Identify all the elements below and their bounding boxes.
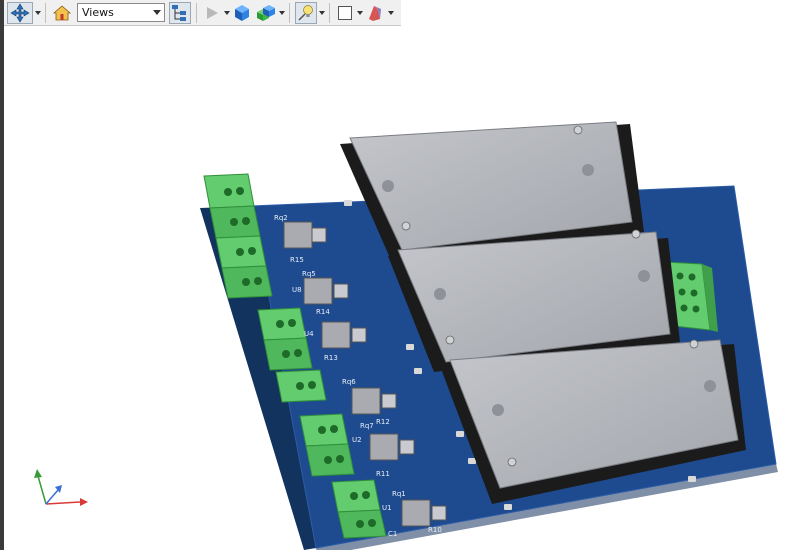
- silkscreen-r13: R13: [324, 354, 338, 362]
- shading-button[interactable]: [255, 2, 277, 24]
- silkscreen-r12: R12: [376, 418, 390, 426]
- section-icon: [369, 5, 381, 21]
- silkscreen-u4: U4: [304, 330, 314, 338]
- viewer-toolbar: Views: [4, 0, 401, 26]
- home-icon: [52, 4, 72, 20]
- silkscreen-q5: Rq5: [302, 270, 316, 278]
- toolbar-separator: [329, 2, 330, 23]
- toolbar-separator: [196, 2, 197, 23]
- chevron-down-icon: [152, 8, 162, 18]
- home-view-button[interactable]: [51, 2, 73, 24]
- background-color-icon: [338, 5, 352, 20]
- silkscreen-u8: U8: [292, 286, 302, 294]
- silkscreen-r15: R15: [290, 256, 304, 264]
- background-color-button[interactable]: [335, 2, 355, 24]
- lighting-dropdown-arrow[interactable]: [318, 2, 325, 24]
- toolbar-separator: [289, 2, 290, 23]
- shading-icon: [257, 4, 275, 21]
- play-dropdown-arrow[interactable]: [223, 2, 230, 24]
- navigate-button[interactable]: [7, 1, 33, 24]
- navigate-pan-icon: [10, 2, 30, 23]
- lighting-button[interactable]: [295, 1, 317, 24]
- play-icon: [207, 6, 218, 19]
- silkscreen-u2: U2: [352, 436, 362, 444]
- toolbar-separator: [45, 2, 46, 23]
- silkscreen-q2: Rq2: [274, 214, 288, 222]
- solid-view-button[interactable]: [231, 2, 253, 24]
- silkscreen-c1: C1: [388, 530, 397, 538]
- 3d-viewport[interactable]: Rq2 R15 Rq5 U8 R14 U4 R13 Rq6 R12 Rq7 U2…: [4, 26, 800, 550]
- silkscreen-r11: R11: [376, 470, 390, 478]
- model-tree-button[interactable]: [169, 1, 191, 24]
- shading-dropdown-arrow[interactable]: [278, 2, 285, 24]
- section-dropdown-arrow[interactable]: [387, 2, 394, 24]
- views-select-value: Views: [82, 6, 114, 19]
- silkscreen-r14: R14: [316, 308, 330, 316]
- silkscreen-r10: R10: [428, 526, 442, 534]
- silkscreen-q7: Rq7: [360, 422, 374, 430]
- lighting-icon: [298, 4, 313, 21]
- background-dropdown-arrow[interactable]: [356, 2, 363, 24]
- section-view-button[interactable]: [364, 2, 386, 24]
- solid-box-icon: [235, 4, 249, 21]
- views-select[interactable]: Views: [77, 3, 165, 22]
- axis-triad: [34, 469, 88, 506]
- silkscreen-q1: Rq1: [392, 490, 406, 498]
- silkscreen-q6: Rq6: [342, 378, 356, 386]
- navigate-dropdown-arrow[interactable]: [34, 2, 41, 24]
- silkscreen-u1: U1: [382, 504, 392, 512]
- model-tree-icon: [172, 4, 186, 21]
- play-animation-button[interactable]: [202, 2, 222, 24]
